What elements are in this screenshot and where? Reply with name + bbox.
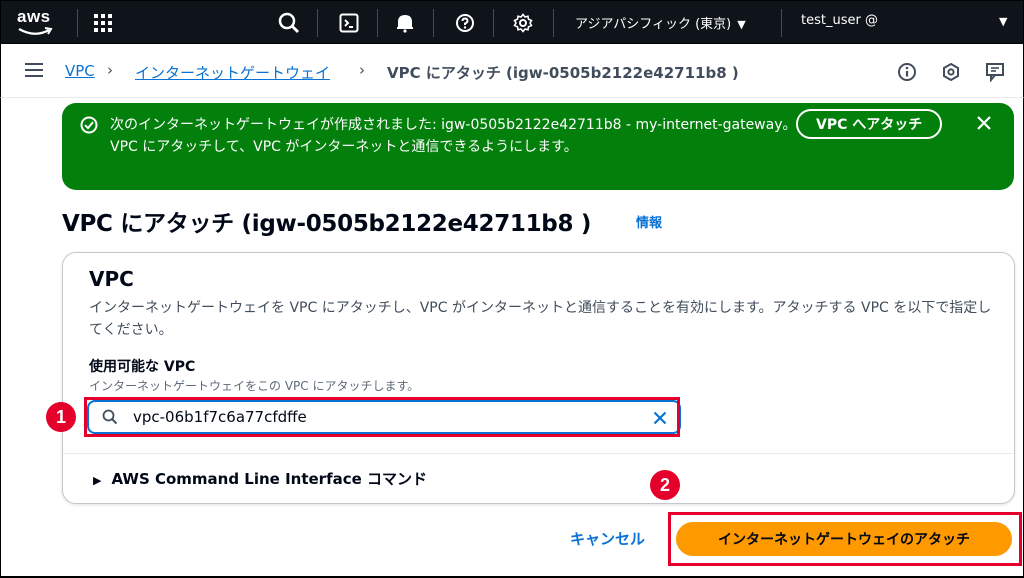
info-circle-icon[interactable]	[895, 60, 919, 84]
breadcrumb-internet-gateways[interactable]: インターネットゲートウェイ	[135, 62, 330, 83]
user-label: test_user @	[801, 13, 878, 28]
field-description: インターネットゲートウェイをこの VPC にアタッチします。	[89, 379, 420, 393]
services-grid-icon[interactable]	[89, 9, 117, 37]
field-label: 使用可能な VPC	[89, 359, 196, 375]
divider	[553, 9, 554, 37]
cloudshell-icon[interactable]	[335, 9, 363, 37]
divider	[781, 9, 782, 37]
caret-right-icon: ▶	[93, 474, 102, 487]
chevron-right-icon: ›	[107, 61, 113, 79]
aws-smile-icon	[18, 27, 53, 35]
aws-logo-text: aws	[17, 7, 51, 26]
search-icon[interactable]	[275, 9, 303, 37]
info-link[interactable]: 情報	[636, 212, 662, 231]
hexagon-settings-icon[interactable]	[939, 60, 963, 84]
top-navigation-bar: aws アジアパシフィック (東京) ▼ test_user @ ▼	[0, 0, 1024, 44]
step-badge-2: 2	[650, 470, 680, 500]
page-title: VPC にアタッチ (igw-0505b2122e42711b8 )	[62, 211, 592, 237]
help-icon[interactable]	[451, 9, 479, 37]
expander-label: AWS Command Line Interface コマンド	[111, 470, 428, 488]
breadcrumb-vpc[interactable]: VPC	[65, 62, 95, 80]
divider	[317, 9, 318, 37]
divider	[493, 9, 494, 37]
cli-command-expander[interactable]: ▶ AWS Command Line Interface コマンド	[93, 468, 427, 489]
highlight-box-step-2	[668, 512, 1022, 566]
account-menu[interactable]: test_user @	[801, 13, 878, 28]
success-check-circle-icon	[80, 116, 98, 134]
close-icon[interactable]	[972, 111, 996, 135]
flash-message: 次のインターネットゲートウェイが作成されました: igw-0505b2122e4…	[110, 117, 797, 155]
section-title: VPC	[89, 267, 134, 291]
highlight-box-step-1	[84, 397, 680, 437]
cancel-button[interactable]: キャンセル	[570, 528, 645, 549]
breadcrumb-bar: VPC › インターネットゲートウェイ › VPC にアタッチ (igw-050…	[0, 44, 1024, 98]
vpc-container: VPC インターネットゲートウェイを VPC にアタッチし、VPC がインターネ…	[62, 252, 1015, 504]
caret-down-icon[interactable]: ▼	[999, 15, 1007, 28]
notifications-bell-icon[interactable]	[391, 9, 419, 37]
attach-to-vpc-button[interactable]: VPC へアタッチ	[796, 109, 943, 139]
frame-border	[0, 98, 1, 578]
chevron-right-icon: ›	[359, 61, 365, 79]
success-flash-banner: 次のインターネットゲートウェイが作成されました: igw-0505b2122e4…	[62, 103, 1014, 190]
region-selector[interactable]: アジアパシフィック (東京) ▼	[575, 13, 746, 32]
section-description: インターネットゲートウェイを VPC にアタッチし、VPC がインターネットと通…	[89, 300, 992, 338]
menu-hamburger-icon[interactable]	[25, 63, 43, 79]
divider	[433, 9, 434, 37]
divider	[77, 9, 78, 37]
divider	[63, 453, 1014, 454]
step-badge-1: 1	[46, 402, 76, 432]
divider	[377, 9, 378, 37]
region-label: アジアパシフィック (東京)	[575, 17, 732, 32]
caret-down-icon: ▼	[737, 18, 746, 31]
feedback-icon[interactable]	[983, 60, 1007, 84]
aws-logo[interactable]: aws	[17, 7, 61, 37]
settings-gear-icon[interactable]	[509, 9, 537, 37]
breadcrumb-current: VPC にアタッチ (igw-0505b2122e42711b8 )	[387, 64, 739, 82]
